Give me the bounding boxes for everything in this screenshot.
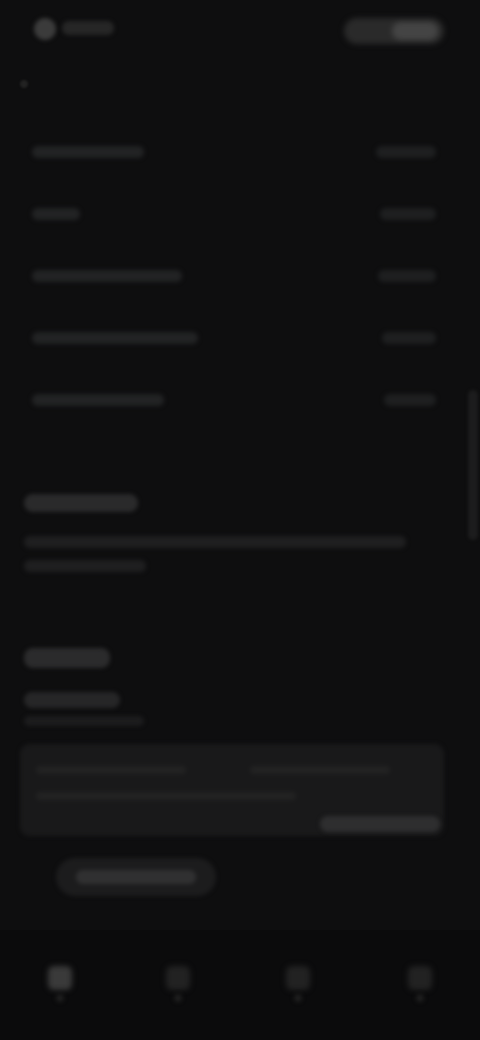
settings-row-value xyxy=(384,394,436,406)
settings-row-label xyxy=(32,332,198,344)
about-description-continued xyxy=(24,560,146,572)
search-icon xyxy=(166,966,190,990)
nav-item-label xyxy=(174,994,182,1002)
nav-item-search[interactable] xyxy=(158,958,198,1002)
settings-row[interactable] xyxy=(24,194,444,234)
secondary-action-button[interactable] xyxy=(56,858,216,896)
feedback-heading xyxy=(24,648,110,668)
nav-item-label xyxy=(56,994,64,1002)
feedback-hint xyxy=(24,716,144,726)
settings-row[interactable] xyxy=(24,318,444,358)
profile-icon xyxy=(408,966,432,990)
settings-row-label xyxy=(32,270,182,282)
feedback-input-line xyxy=(36,766,186,774)
nav-item-label xyxy=(294,994,302,1002)
top-bar xyxy=(0,0,480,60)
submit-feedback-button[interactable] xyxy=(320,816,440,832)
about-heading xyxy=(24,494,138,512)
nav-item-label xyxy=(416,994,424,1002)
about-description xyxy=(24,536,406,548)
settings-row-value xyxy=(376,146,436,158)
app-logo-icon xyxy=(34,18,56,40)
feedback-input-line xyxy=(250,766,390,774)
back-icon[interactable] xyxy=(20,80,28,88)
settings-row-value xyxy=(382,332,436,344)
app-screen xyxy=(0,0,480,1040)
settings-row-label xyxy=(32,394,164,406)
header-action-button[interactable] xyxy=(344,18,444,44)
notifications-icon xyxy=(286,966,310,990)
app-title xyxy=(62,21,114,35)
settings-row-value xyxy=(380,208,436,220)
nav-item-home[interactable] xyxy=(40,958,80,1002)
feedback-subheading xyxy=(24,692,120,708)
nav-item-notifications[interactable] xyxy=(278,958,318,1002)
settings-row-value xyxy=(378,270,436,282)
settings-row[interactable] xyxy=(24,256,444,296)
header-action-label xyxy=(392,22,438,40)
settings-row[interactable] xyxy=(24,380,444,420)
settings-row-label xyxy=(32,208,80,220)
scrollbar-handle[interactable] xyxy=(468,390,478,540)
bottom-navigation xyxy=(0,930,480,1040)
feedback-input-line xyxy=(36,792,296,800)
settings-row-label xyxy=(32,146,144,158)
home-icon xyxy=(48,966,72,990)
settings-row[interactable] xyxy=(24,132,444,172)
nav-item-profile[interactable] xyxy=(400,958,440,1002)
secondary-action-label xyxy=(76,870,196,884)
